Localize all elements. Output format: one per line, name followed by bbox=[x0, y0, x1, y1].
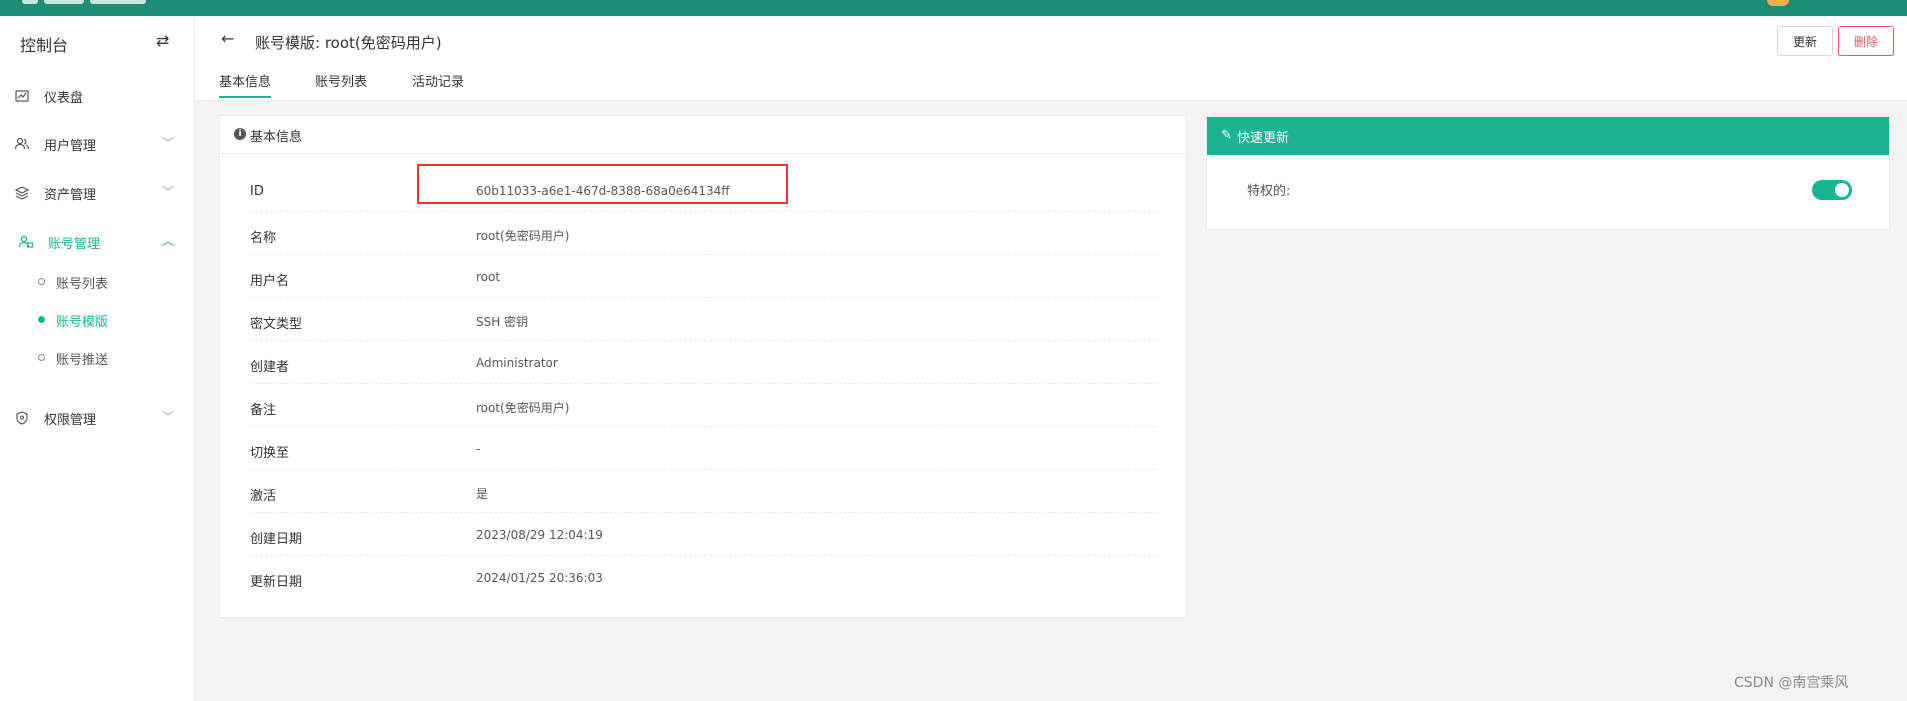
detail-row: 用户名 root bbox=[250, 256, 1156, 298]
bullet-icon bbox=[38, 316, 45, 323]
update-button[interactable]: 更新 bbox=[1777, 26, 1833, 56]
detail-row: 创建者 Administrator bbox=[250, 342, 1156, 384]
sidebar-subitem-label: 账号推送 bbox=[56, 353, 109, 368]
detail-value: 2023/08/29 12:04:19 bbox=[476, 528, 603, 542]
info-icon: i bbox=[234, 128, 246, 140]
sidebar-subitem-label: 账号模版 bbox=[56, 315, 109, 330]
detail-key: 更新日期 bbox=[250, 575, 303, 590]
sidebar-item-label: 仪表盘 bbox=[44, 91, 84, 106]
detail-row: 备注 root(免密码用户) bbox=[250, 385, 1156, 427]
top-navbar bbox=[0, 0, 1907, 16]
detail-value: 是 bbox=[476, 487, 489, 501]
panel-title: 快速更新 bbox=[1237, 131, 1290, 146]
detail-value: SSH 密钥 bbox=[476, 315, 529, 329]
detail-key: 创建者 bbox=[250, 360, 290, 375]
sidebar-item-dashboard[interactable]: 仪表盘 bbox=[0, 76, 194, 116]
shield-icon bbox=[16, 411, 28, 425]
chevron-down-icon: ﹀ bbox=[162, 410, 175, 424]
quick-update-panel: ✎ 快速更新 特权的: bbox=[1206, 116, 1890, 230]
detail-key: 备注 bbox=[250, 403, 277, 418]
accounts-icon bbox=[18, 235, 34, 248]
edit-icon: ✎ bbox=[1221, 128, 1232, 143]
delete-button[interactable]: 删除 bbox=[1838, 26, 1894, 56]
tab-basic-info[interactable]: 基本信息 bbox=[219, 71, 272, 98]
detail-row: 创建日期 2023/08/29 12:04:19 bbox=[250, 514, 1156, 556]
page-title: 账号模版: root(免密码用户) bbox=[255, 34, 442, 52]
detail-row: 密文类型 SSH 密钥 bbox=[250, 299, 1156, 341]
back-arrow-icon[interactable]: ← bbox=[221, 29, 234, 48]
detail-key: 切换至 bbox=[250, 446, 290, 461]
sidebar-subitem-label: 账号列表 bbox=[56, 277, 109, 292]
detail-row: 切换至 - bbox=[250, 428, 1156, 470]
sidebar-item-users[interactable]: 用户管理 ﹀ bbox=[0, 124, 194, 164]
bullet-icon bbox=[38, 278, 45, 285]
layers-icon bbox=[14, 186, 30, 200]
detail-value: root bbox=[476, 270, 501, 284]
app-logo[interactable] bbox=[22, 0, 162, 6]
sidebar-item-label: 账号管理 bbox=[48, 237, 101, 252]
sidebar-item-label: 权限管理 bbox=[44, 413, 97, 428]
detail-row: 激活 是 bbox=[250, 471, 1156, 513]
page-header: ← 账号模版: root(免密码用户) 基本信息 账号列表 活动记录 更新 删除 bbox=[195, 16, 1907, 101]
sidebar-item-label: 用户管理 bbox=[44, 139, 97, 154]
detail-row: 更新日期 2024/01/25 20:36:03 bbox=[250, 557, 1156, 599]
chevron-up-icon: ︿ bbox=[162, 234, 175, 248]
detail-key: 密文类型 bbox=[250, 317, 303, 332]
dashboard-icon bbox=[15, 90, 29, 102]
detail-key: 名称 bbox=[250, 231, 277, 246]
watermark: CSDN @南宫乘风 bbox=[1734, 675, 1849, 691]
bullet-icon bbox=[38, 354, 45, 361]
detail-value: root(免密码用户) bbox=[476, 401, 570, 415]
detail-key: 激活 bbox=[250, 489, 277, 504]
detail-key: ID bbox=[250, 184, 264, 199]
sidebar-item-accounts[interactable]: 账号管理 ︿ bbox=[0, 222, 194, 262]
panel-header: i 基本信息 bbox=[220, 116, 1186, 154]
sidebar-subitem-account-push[interactable]: 账号推送 bbox=[0, 342, 194, 372]
detail-value: - bbox=[476, 442, 481, 456]
sidebar: 控制台 ⇄ 仪表盘 用户管理 ﹀ 资产管理 ﹀ 账号管理 ︿ 账号列表 账号模版… bbox=[0, 16, 195, 701]
detail-key: 创建日期 bbox=[250, 532, 303, 547]
chevron-down-icon: ﹀ bbox=[162, 185, 175, 199]
panel-title: 基本信息 bbox=[250, 130, 303, 145]
user-avatar[interactable] bbox=[1767, 0, 1789, 6]
sidebar-subitem-account-template[interactable]: 账号模版 bbox=[0, 304, 194, 334]
chevron-down-icon: ﹀ bbox=[162, 136, 175, 150]
panel-header: ✎ 快速更新 bbox=[1207, 117, 1889, 155]
toggle-knob bbox=[1835, 183, 1849, 197]
highlight-box bbox=[417, 164, 788, 204]
sidebar-title: 控制台 bbox=[20, 36, 69, 55]
detail-value: Administrator bbox=[476, 356, 558, 370]
detail-value: 2024/01/25 20:36:03 bbox=[476, 571, 603, 585]
users-icon bbox=[14, 137, 30, 150]
sidebar-subitem-account-list[interactable]: 账号列表 bbox=[0, 266, 194, 296]
privileged-label: 特权的: bbox=[1247, 184, 1291, 199]
tab-account-list[interactable]: 账号列表 bbox=[315, 71, 367, 96]
sidebar-header: 控制台 ⇄ bbox=[0, 16, 194, 68]
sidebar-item-permissions[interactable]: 权限管理 ﹀ bbox=[0, 398, 194, 438]
detail-row: 名称 root(免密码用户) bbox=[250, 213, 1156, 255]
tab-activity-log[interactable]: 活动记录 bbox=[412, 71, 464, 96]
detail-key: 用户名 bbox=[250, 274, 290, 289]
detail-value: root(免密码用户) bbox=[476, 229, 570, 243]
privileged-toggle[interactable] bbox=[1812, 180, 1852, 200]
sidebar-item-assets[interactable]: 资产管理 ﹀ bbox=[0, 173, 194, 213]
sidebar-toggle-icon[interactable]: ⇄ bbox=[156, 31, 169, 50]
sidebar-item-label: 资产管理 bbox=[44, 188, 97, 203]
